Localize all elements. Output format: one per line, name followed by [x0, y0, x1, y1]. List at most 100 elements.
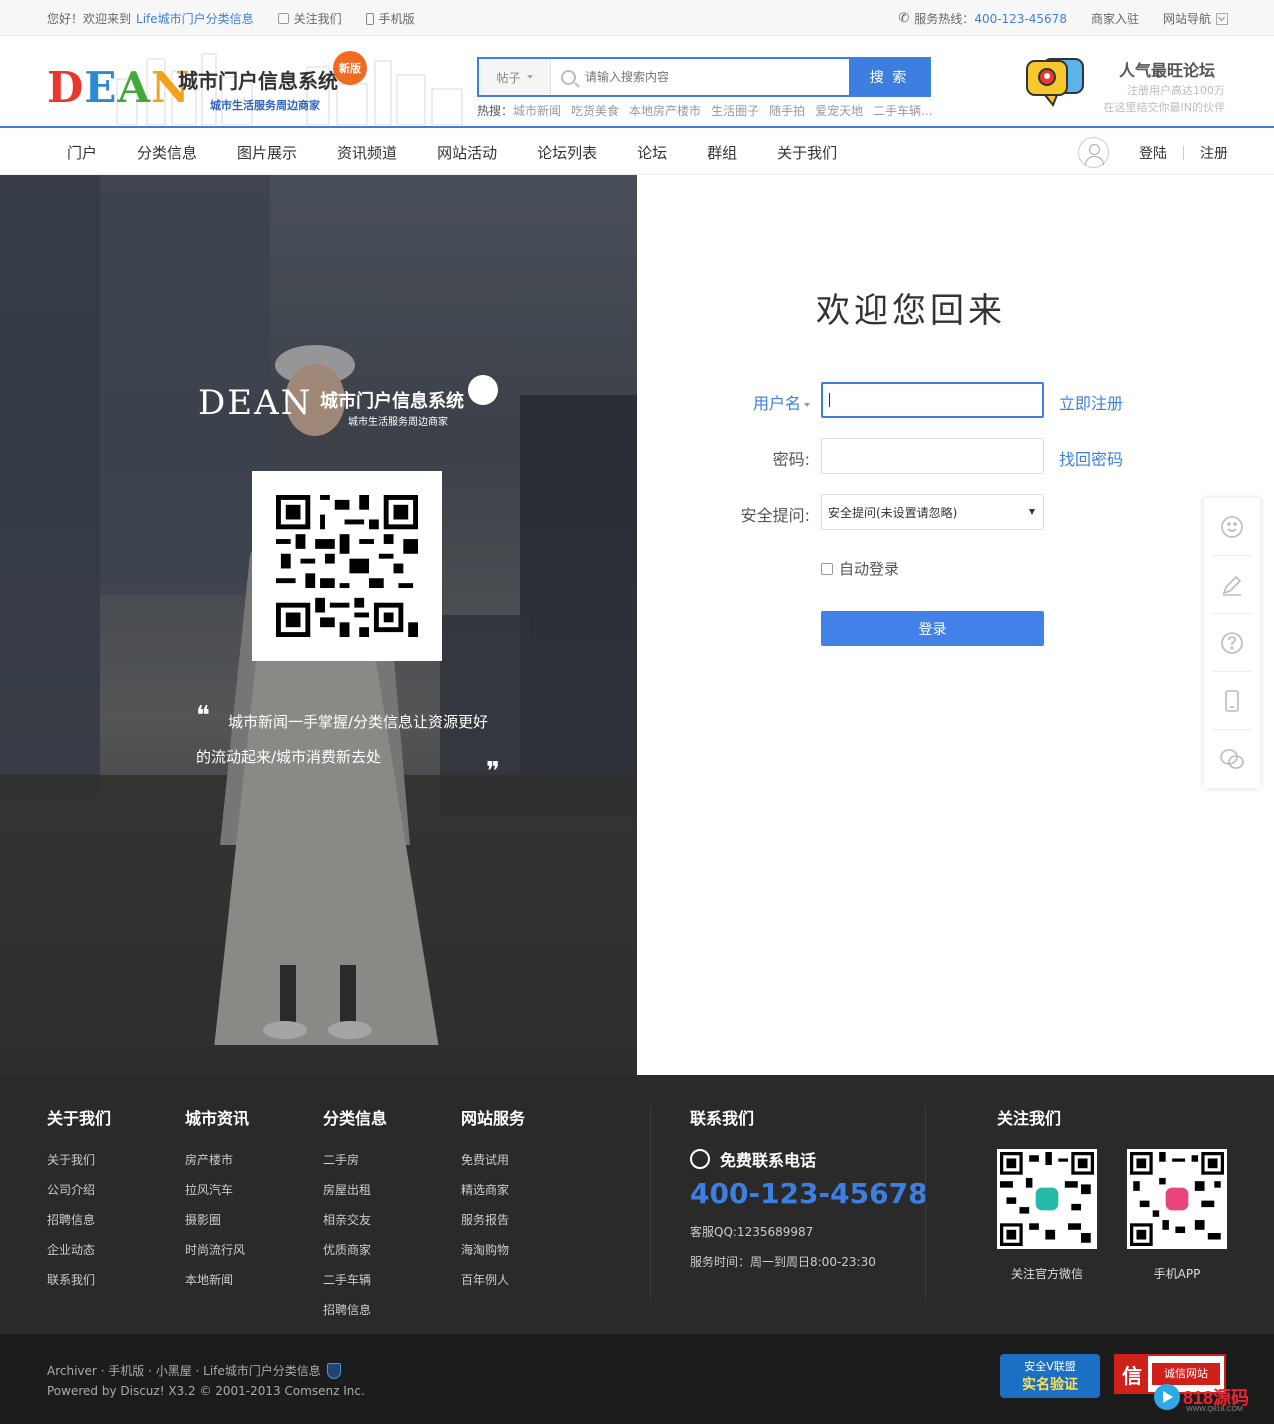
login-title: 欢迎您回来: [816, 291, 1006, 331]
footer-col-classified: 分类信息 二手房 房屋出租 相亲交友 优质商家 二手车辆 招聘信息: [323, 1105, 387, 1331]
footer-link[interactable]: 时尚流行风: [185, 1241, 249, 1271]
footer-link[interactable]: 优质商家: [323, 1241, 387, 1271]
search-type-select[interactable]: 帖子: [479, 59, 551, 95]
caret-down-icon: [526, 75, 533, 79]
footer-link[interactable]: 服务报告: [461, 1211, 525, 1241]
side-toolbar: [1204, 498, 1260, 788]
security-question-select[interactable]: 安全提问(未设置请忽略): [821, 494, 1044, 530]
username-input[interactable]: [821, 382, 1044, 418]
footer-link[interactable]: 房产楼市: [185, 1151, 249, 1181]
footer-link[interactable]: 二手房: [323, 1151, 387, 1181]
open-quote-icon: ❝: [196, 701, 210, 731]
hot-link[interactable]: 吃货美食: [571, 102, 619, 119]
nav-item-about[interactable]: 关于我们: [757, 142, 857, 163]
register-link[interactable]: 注册: [1200, 143, 1228, 163]
wechat-qr-caption: 关注官方微信: [1010, 1267, 1083, 1281]
footer-link[interactable]: 关于我们: [47, 1151, 111, 1181]
hot-link[interactable]: 生活圈子: [711, 102, 759, 119]
hot-link[interactable]: 本地房产楼市: [629, 102, 701, 119]
site-name-link[interactable]: Life城市门户分类信息: [136, 10, 254, 27]
footer-link[interactable]: 精选商家: [461, 1181, 525, 1211]
contact-qq: 客服QQ:1235689987: [690, 1225, 814, 1239]
footer-link[interactable]: 联系我们: [47, 1271, 111, 1301]
auto-login-checkbox[interactable]: [821, 562, 833, 575]
hot-link[interactable]: 二手车辆...: [873, 102, 932, 119]
app-qr-caption: 手机APP: [1153, 1267, 1201, 1281]
register-now-link[interactable]: 立即注册: [1059, 390, 1123, 414]
auto-login[interactable]: 自动登录: [821, 558, 899, 579]
shield-icon: [326, 1362, 341, 1379]
password-label: 密码:: [772, 450, 810, 469]
footer-link[interactable]: 招聘信息: [47, 1211, 111, 1241]
watermark: 818源码 WWW.Q818.COM: [1154, 1384, 1249, 1413]
nav-item-portal[interactable]: 门户: [47, 142, 117, 163]
divider: [1183, 145, 1184, 160]
footer-link[interactable]: 摄影圈: [185, 1211, 249, 1241]
plus-icon: [277, 13, 289, 24]
footer-link[interactable]: 企业动态: [47, 1241, 111, 1271]
new-badge: 新版: [333, 51, 367, 85]
divider: [650, 1105, 651, 1300]
site-nav-dropdown[interactable]: 网站导航: [1163, 10, 1228, 27]
mobile-link[interactable]: 手机版: [365, 10, 415, 27]
footer-link[interactable]: 百年例人: [461, 1271, 525, 1301]
divider: [925, 1105, 926, 1300]
question-icon[interactable]: [1212, 614, 1252, 672]
hot-link[interactable]: 城市新闻: [513, 102, 561, 119]
question-row: 安全提问: 安全提问(未设置请忽略): [637, 494, 1274, 530]
forum-promo[interactable]: 人气最旺论坛 注册用户高达100万 在这里结交你最IN的伙伴: [1025, 55, 1225, 115]
nav-item-forum[interactable]: 论坛: [617, 142, 687, 163]
dropdown-arrow-icon: [1029, 509, 1035, 515]
pencil-icon[interactable]: [1212, 556, 1252, 614]
avatar-icon[interactable]: [1078, 137, 1109, 168]
nav-item-events[interactable]: 网站活动: [417, 142, 517, 163]
powered-by: Powered by Discuz! X3.2 © 2001-2013 Coms…: [47, 1384, 365, 1398]
hot-link[interactable]: 随手拍: [769, 102, 805, 119]
search-bar: 帖子 搜 索: [477, 57, 931, 97]
close-quote-icon: ❞: [486, 757, 500, 787]
footer-col-news: 城市资讯 房产楼市 拉风汽车 摄影圈 时尚流行风 本地新闻: [185, 1105, 249, 1301]
footer-links[interactable]: Archiver · 手机版 · 小黑屋 · Life城市门户分类信息: [47, 1362, 321, 1379]
footer-link[interactable]: 公司介绍: [47, 1181, 111, 1211]
nav-item-news[interactable]: 资讯频道: [317, 142, 417, 163]
follow-link[interactable]: 关注我们: [277, 10, 342, 27]
wechat-qr-code: [997, 1149, 1097, 1249]
verified-badge[interactable]: 安全V联盟 实名验证: [1000, 1354, 1100, 1398]
login-panel: 欢迎您回来 用户名 立即注册 密码: 找回密码 安全提问: 安全提问(未设置请忽…: [637, 175, 1274, 1075]
footer-link[interactable]: 相亲交友: [323, 1211, 387, 1241]
footer-link[interactable]: 免费试用: [461, 1151, 525, 1181]
question-label: 安全提问:: [740, 506, 810, 525]
search-input[interactable]: [585, 59, 849, 95]
nav-item-forum-list[interactable]: 论坛列表: [517, 142, 617, 163]
footer-link[interactable]: 海淘购物: [461, 1241, 525, 1271]
smile-icon[interactable]: [1212, 498, 1252, 556]
nav-item-classified[interactable]: 分类信息: [117, 142, 217, 163]
login-link[interactable]: 登陆: [1139, 143, 1167, 163]
app-qr-code: [1127, 1149, 1227, 1249]
footer-link[interactable]: 二手车辆: [323, 1271, 387, 1301]
mobile-icon[interactable]: [1212, 672, 1252, 730]
footer-link[interactable]: 拉风汽车: [185, 1181, 249, 1211]
service-hours: 服务时间：周一到周日8:00-23:30: [690, 1255, 876, 1269]
site-logo[interactable]: DEAN 城市门户信息系统 城市生活服务周边商家 新版: [47, 49, 463, 125]
password-input[interactable]: [821, 438, 1044, 474]
main-nav: 门户 分类信息 图片展示 资讯频道 网站活动 论坛列表 论坛 群组 关于我们 登…: [0, 130, 1274, 175]
footer-follow-title: 关注我们: [997, 1109, 1062, 1128]
footer-link[interactable]: 房屋出租: [323, 1181, 387, 1211]
hot-link[interactable]: 爱宠天地: [815, 102, 863, 119]
search-button[interactable]: 搜 索: [849, 59, 929, 95]
footer-link[interactable]: 招聘信息: [323, 1301, 387, 1331]
wechat-icon[interactable]: [1212, 730, 1252, 788]
merchant-link[interactable]: 商家入驻: [1091, 10, 1139, 27]
hotline: ✆ 服务热线： 400-123-45678: [898, 11, 1067, 26]
username-type-select[interactable]: 用户名: [753, 390, 810, 414]
footer-link[interactable]: 本地新闻: [185, 1271, 249, 1301]
chevron-down-icon: [1216, 12, 1228, 25]
forgot-password-link[interactable]: 找回密码: [1059, 446, 1123, 470]
login-button[interactable]: 登录: [821, 611, 1044, 646]
nav-item-gallery[interactable]: 图片展示: [217, 142, 317, 163]
hot-searches: 热搜： 城市新闻 吃货美食 本地房产楼市 生活圈子 随手拍 爱宠天地 二手车辆.…: [477, 102, 933, 119]
nav-item-groups[interactable]: 群组: [687, 142, 757, 163]
hero-logo: DEAN 城市门户信息系统 城市生活服务周边商家: [198, 375, 498, 428]
logo-subtitle: 城市生活服务周边商家: [210, 99, 320, 112]
